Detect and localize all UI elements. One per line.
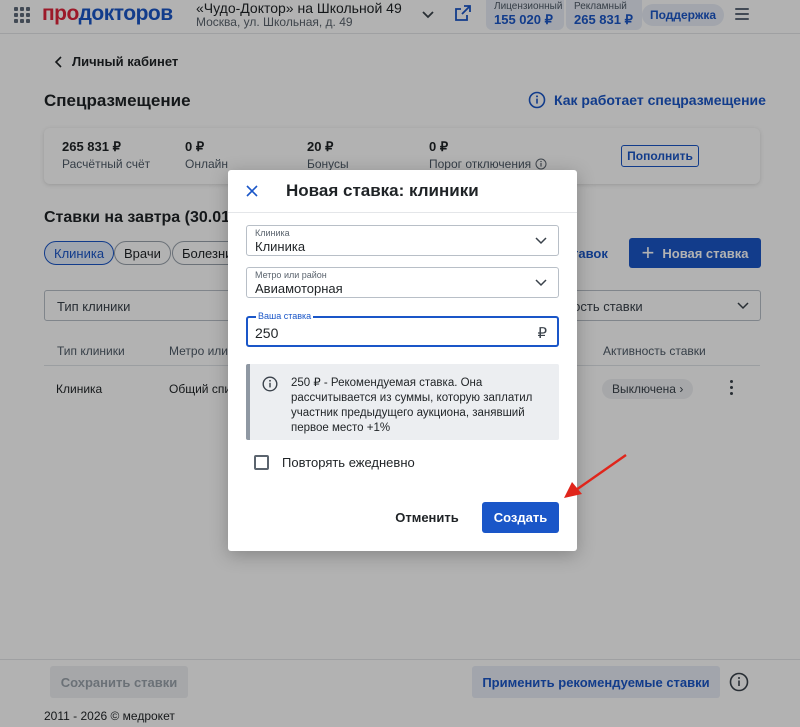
chevron-down-icon <box>535 237 547 245</box>
clinic-select[interactable]: Клиника Клиника <box>246 225 559 256</box>
metro-select-label: Метро или район <box>255 270 327 280</box>
modal-divider <box>228 212 577 213</box>
repeat-daily-checkbox[interactable] <box>254 455 269 470</box>
clinic-select-label: Клиника <box>255 228 290 238</box>
metro-select-value: Авиамоторная <box>255 281 343 296</box>
metro-select[interactable]: Метро или район Авиамоторная <box>246 267 559 298</box>
recommendation-hint: 250 ₽ - Рекомендуемая ставка. Она рассчи… <box>246 364 559 440</box>
ruble-icon: ₽ <box>537 325 547 342</box>
repeat-daily-label[interactable]: Повторять ежедневно <box>282 455 415 470</box>
create-button[interactable]: Создать <box>482 502 559 533</box>
annotation-arrow-icon <box>564 454 627 498</box>
hint-text: 250 ₽ - Рекомендуемая ставка. Она рассчи… <box>291 377 533 434</box>
new-bid-modal: Новая ставка: клиники Клиника Клиника Ме… <box>228 170 577 551</box>
close-icon[interactable] <box>245 184 259 198</box>
clinic-select-value: Клиника <box>255 239 306 254</box>
cancel-button[interactable]: Отменить <box>384 502 470 532</box>
info-icon <box>262 376 278 392</box>
bid-field: Ваша ставка ₽ <box>246 311 559 347</box>
chevron-down-icon <box>535 279 547 287</box>
bid-field-label: Ваша ставка <box>256 311 314 321</box>
bid-input[interactable] <box>255 325 515 341</box>
modal-title: Новая ставка: клиники <box>286 181 479 200</box>
